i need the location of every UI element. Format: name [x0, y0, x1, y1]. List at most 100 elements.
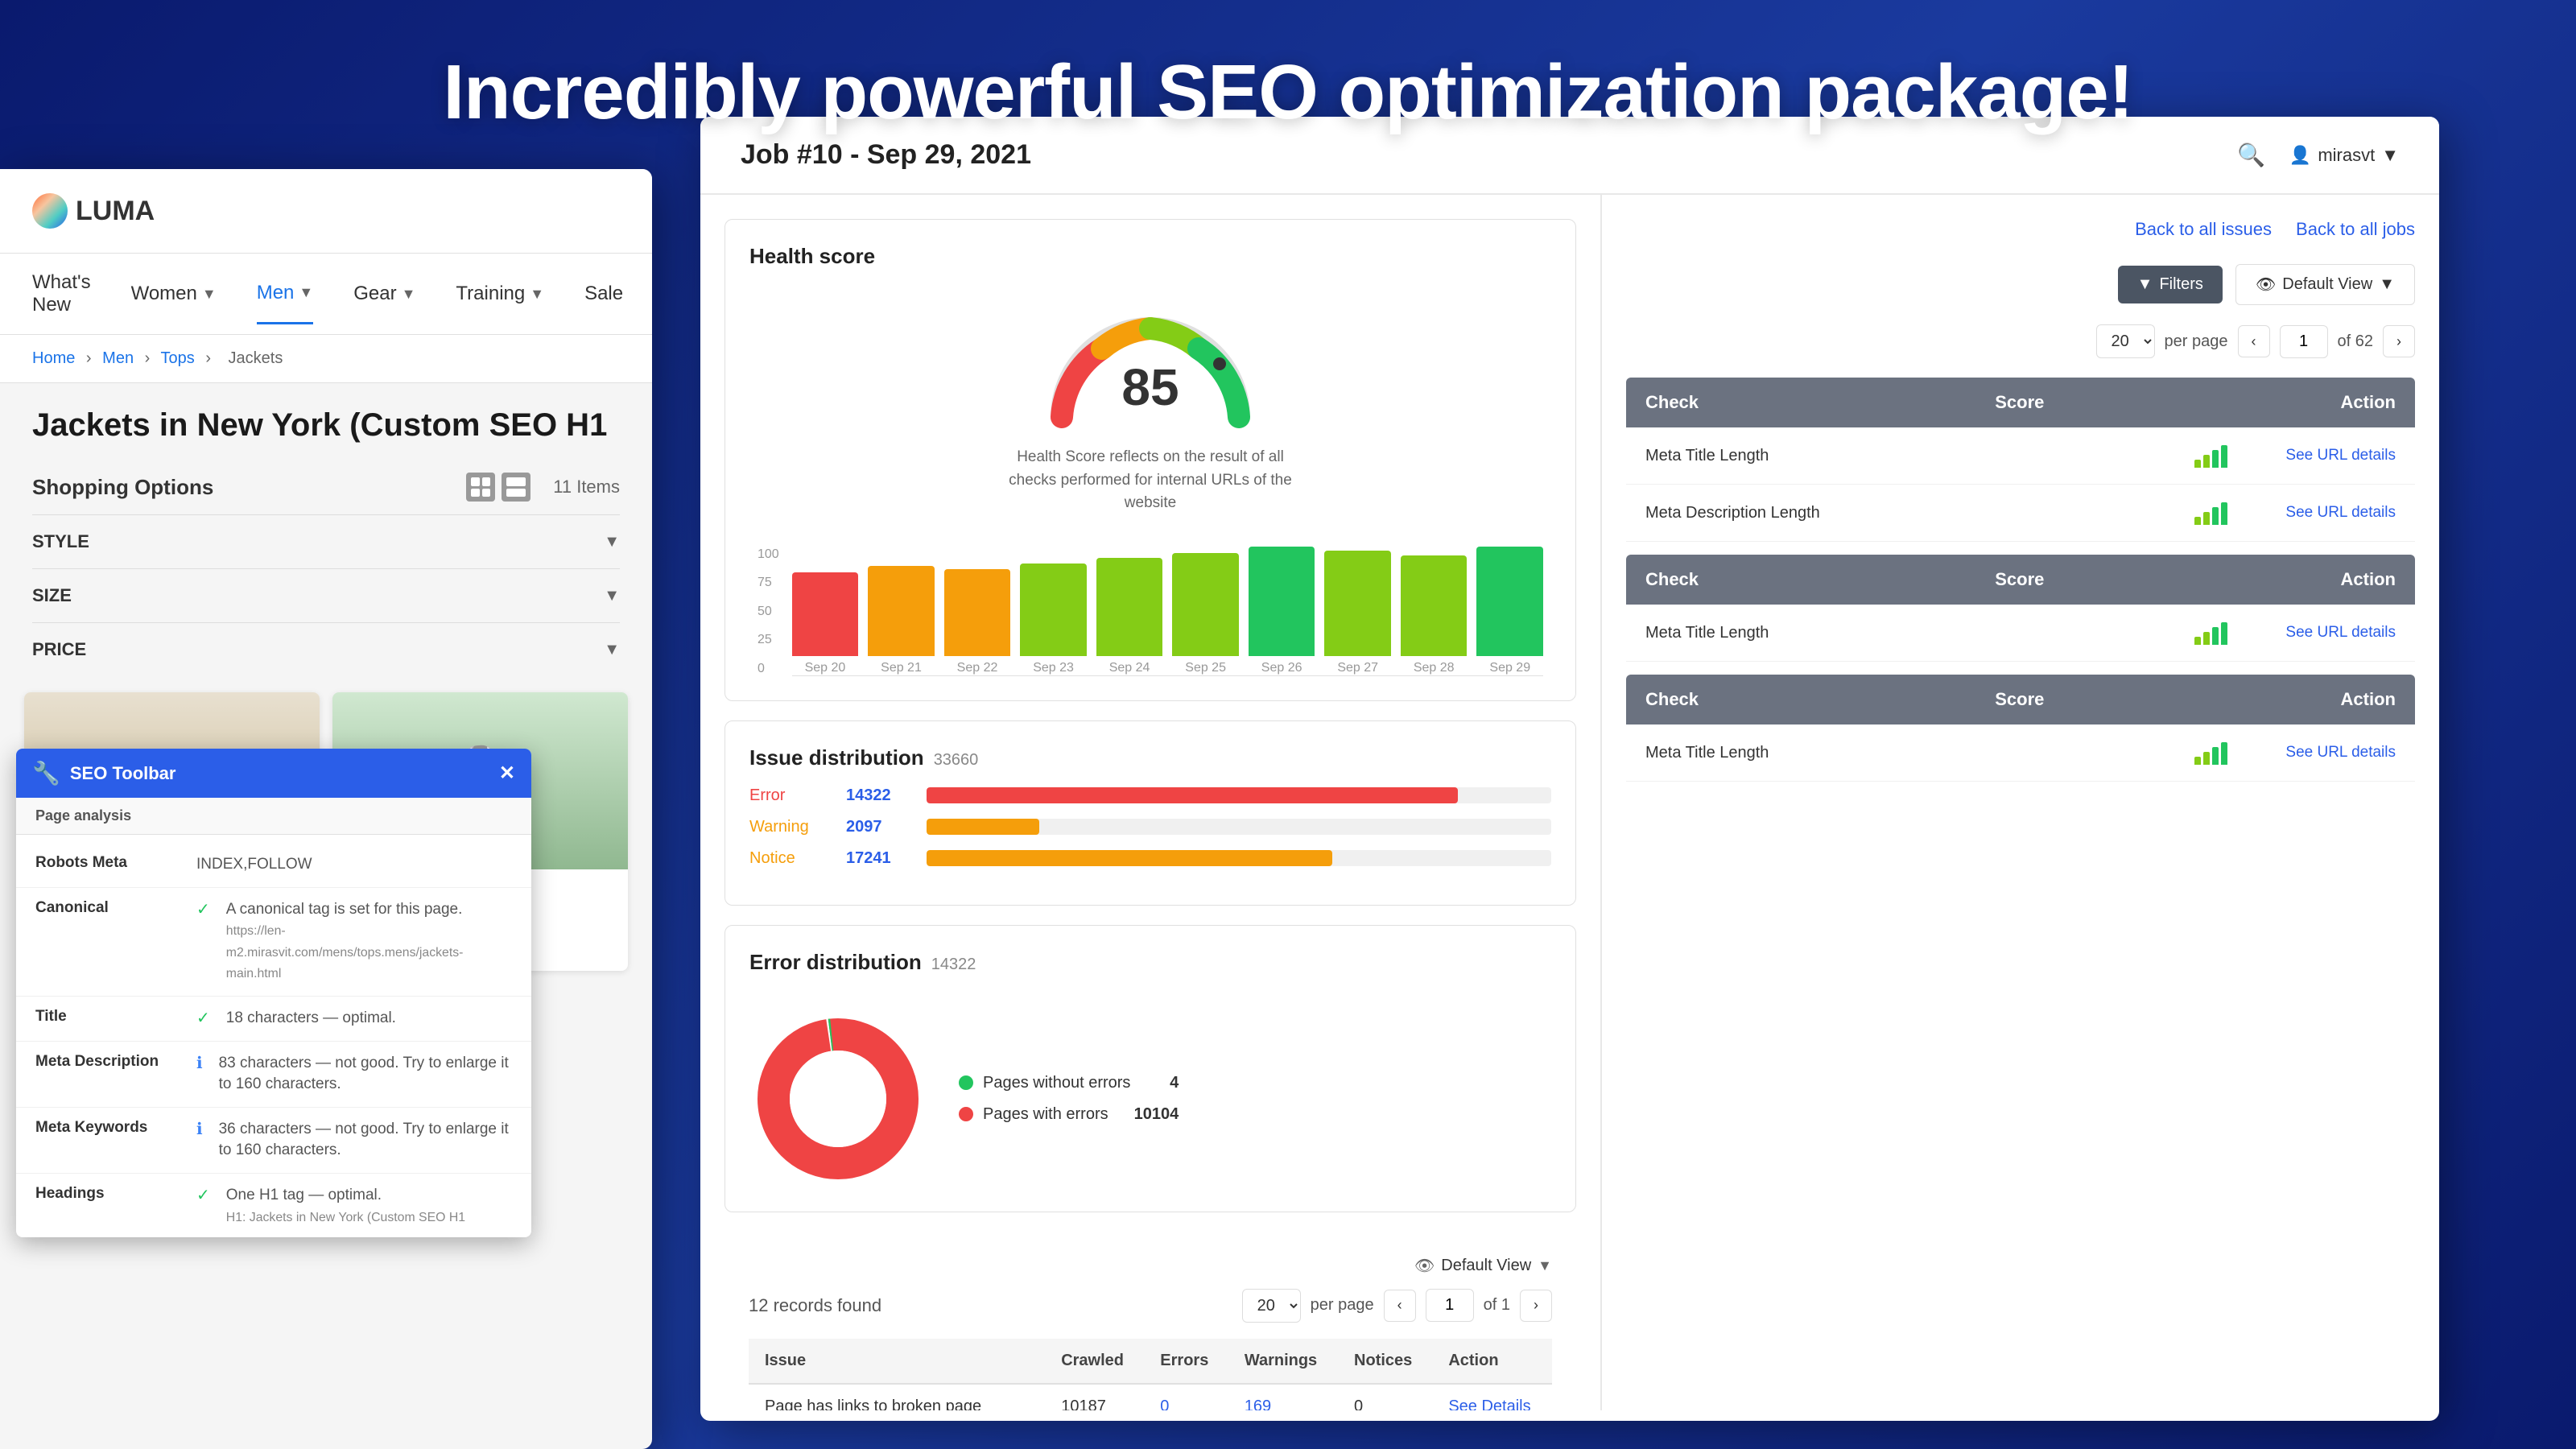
seo-meta-description: Meta Description ℹ 83 characters — not g… — [16, 1042, 531, 1108]
nav-gear[interactable]: Gear ▼ — [353, 265, 415, 323]
breadcrumb-home[interactable]: Home — [32, 349, 75, 367]
mini-bar-chart-2 — [2194, 501, 2227, 525]
check-score-2 — [2170, 621, 2251, 645]
no-errors-dot — [959, 1075, 973, 1090]
legend-with-errors: Pages with errors 10104 — [959, 1105, 1179, 1124]
check-score-meta-desc — [2170, 501, 2251, 525]
issue-dist-rows: Error 14322 Warning 2097 N — [749, 786, 1551, 868]
header-actions: 🔍 👤 mirasvt ▼ — [2237, 142, 2399, 168]
issue-name: Page has links to broken page — [749, 1384, 1045, 1411]
bar-value-sep23 — [1020, 564, 1087, 656]
health-score-section: Health score — [724, 219, 1576, 701]
check-group-header-2: Check Score Action — [1626, 555, 2415, 605]
legend-no-errors: Pages without errors 4 — [959, 1074, 1179, 1092]
bar-sep25: Sep 25 — [1172, 553, 1239, 675]
filter-price[interactable]: PRICE ▼ — [32, 622, 620, 676]
error-bar-wrap — [927, 787, 1551, 803]
see-url-details-1[interactable]: See URL details — [2285, 447, 2396, 464]
seo-panel: Job #10 - Sep 29, 2021 🔍 👤 mirasvt ▼ Hea… — [700, 117, 2439, 1421]
back-to-all-jobs[interactable]: Back to all jobs — [2296, 219, 2415, 240]
seo-toolbar-close[interactable]: ✕ — [499, 762, 515, 785]
size-arrow-icon: ▼ — [604, 587, 620, 605]
breadcrumb-men[interactable]: Men — [102, 349, 134, 367]
check-name-2: Meta Title Length — [1645, 624, 2154, 642]
list-icon — [502, 473, 530, 502]
mini-bar-chart-3 — [2194, 621, 2227, 645]
page-number-input[interactable] — [1426, 1289, 1474, 1322]
issue-dist-total: 33660 — [934, 751, 979, 770]
col-errors: Errors — [1144, 1339, 1228, 1384]
filter-style[interactable]: STYLE ▼ — [32, 514, 620, 568]
default-view-button[interactable]: 👁 Default View ▼ — [2235, 264, 2415, 305]
check-group-header-1: Check Score Action — [1626, 378, 2415, 427]
women-arrow-icon: ▼ — [202, 286, 217, 303]
bar-sep29: Sep 29 — [1476, 547, 1543, 675]
table-header-bar: 12 records found 20 per page ‹ of 1 › — [749, 1289, 1552, 1323]
per-page-select[interactable]: 20 — [1242, 1289, 1301, 1323]
filter-icon: ▼ — [2137, 275, 2153, 294]
see-url-details-3[interactable]: See URL details — [2285, 744, 2396, 761]
notice-bar-wrap — [927, 850, 1551, 866]
per-page-label: per page — [1311, 1296, 1374, 1315]
notice-label: Notice — [749, 849, 830, 868]
magento-header: LUMA — [0, 169, 652, 254]
view-arrow-icon: ▼ — [1538, 1257, 1552, 1274]
col-warnings: Warnings — [1228, 1339, 1338, 1384]
check-action-1: See URL details — [2267, 447, 2396, 464]
job-title: Job #10 - Sep 29, 2021 — [741, 139, 1031, 171]
bar-value-sep22 — [944, 569, 1011, 656]
warning-bar-wrap — [927, 819, 1551, 835]
check-score-3 — [2170, 741, 2251, 765]
nav-men[interactable]: Men ▼ — [257, 264, 314, 324]
grid-view-toggle[interactable] — [466, 473, 530, 502]
right-page-of: of 62 — [2338, 332, 2373, 351]
bar-sep24: Sep 24 — [1096, 558, 1163, 675]
title-ok-icon: ✓ — [196, 1008, 210, 1030]
nav-training[interactable]: Training ▼ — [456, 265, 544, 323]
check-row-meta-desc: Meta Description Length See URL details — [1626, 485, 2415, 542]
gauge-container: 85 Health Score reflects on the result o… — [749, 288, 1551, 531]
see-details-link[interactable]: See Details — [1448, 1397, 1530, 1411]
nav-sale[interactable]: Sale — [584, 265, 623, 323]
style-arrow-icon: ▼ — [604, 533, 620, 551]
prev-page-btn[interactable]: ‹ — [1384, 1290, 1416, 1322]
seo-toolbar-title: SEO Toolbar — [70, 763, 176, 784]
with-errors-count: 10104 — [1118, 1105, 1179, 1124]
seo-toolbar: 🔧 SEO Toolbar ✕ Page analysis Robots Met… — [16, 749, 531, 1237]
user-badge[interactable]: 👤 mirasvt ▼ — [2289, 145, 2399, 166]
group-action-label-3: Action — [2341, 689, 2396, 710]
right-per-page-label: per page — [2165, 332, 2228, 351]
donut-area: Pages without errors 4 Pages with errors… — [749, 1010, 1551, 1187]
user-icon: 👤 — [2289, 145, 2311, 166]
seo-robots-meta: Robots Meta INDEX,FOLLOW — [16, 843, 531, 888]
see-url-details-2[interactable]: See URL details — [2285, 624, 2396, 641]
right-per-page-select[interactable]: 20 — [2096, 324, 2155, 358]
check-score-1 — [2170, 444, 2251, 468]
next-page-btn[interactable]: › — [1520, 1290, 1552, 1322]
filters-button[interactable]: ▼ Filters — [2118, 266, 2223, 303]
check-group-3: Check Score Action Meta Title Length — [1626, 675, 2415, 782]
nav-women[interactable]: Women ▼ — [131, 265, 217, 323]
breadcrumb-tops[interactable]: Tops — [161, 349, 195, 367]
nav-whats-new[interactable]: What's New — [32, 254, 91, 334]
notices-count: 0 — [1338, 1384, 1432, 1411]
back-to-all-issues[interactable]: Back to all issues — [2135, 219, 2272, 240]
seo-toolbar-body: Robots Meta INDEX,FOLLOW Canonical ✓ A c… — [16, 835, 531, 1237]
headings-ok-icon: ✓ — [196, 1185, 210, 1228]
right-prev-page[interactable]: ‹ — [2238, 325, 2270, 357]
group-score-label-3: Score — [1995, 689, 2044, 710]
warning-bar-fill — [927, 819, 1039, 835]
group-check-label-3: Check — [1645, 689, 1699, 710]
right-page-input[interactable] — [2280, 325, 2328, 358]
mini-bar-chart-1 — [2194, 444, 2227, 468]
no-errors-count: 4 — [1154, 1074, 1179, 1092]
bar-sep26: Sep 26 — [1249, 547, 1315, 675]
errors-count: 0 — [1144, 1384, 1228, 1411]
default-view-label: Default View — [1441, 1257, 1531, 1275]
filter-size[interactable]: SIZE ▼ — [32, 568, 620, 622]
right-next-page[interactable]: › — [2383, 325, 2415, 357]
search-icon[interactable]: 🔍 — [2237, 142, 2265, 168]
see-url-details-meta-desc[interactable]: See URL details — [2285, 504, 2396, 521]
username: mirasvt — [2318, 145, 2375, 166]
bar-value-sep28 — [1401, 555, 1468, 656]
